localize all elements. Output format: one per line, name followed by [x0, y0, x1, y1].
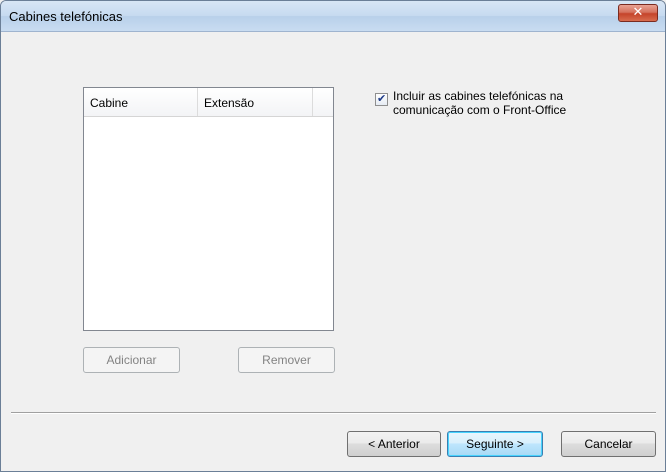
include-booths-checkbox[interactable]: ✔ [375, 92, 388, 106]
include-booths-label[interactable]: Incluir as cabines telefónicas na comuni… [393, 89, 633, 117]
remove-button[interactable]: Remover [238, 347, 335, 373]
back-button[interactable]: < Anterior [347, 431, 441, 457]
dialog-window: Cabines telefónicas ✕ Cabine Extensão Ad… [0, 0, 666, 472]
close-button[interactable]: ✕ [618, 4, 658, 22]
column-header-cabine[interactable]: Cabine [84, 88, 198, 116]
close-icon: ✕ [632, 5, 644, 20]
checkmark-icon: ✔ [377, 92, 387, 105]
window-title: Cabines telefónicas [9, 9, 123, 24]
cancel-button[interactable]: Cancelar [561, 431, 656, 457]
list-header: Cabine Extensão [84, 88, 333, 117]
phone-booth-list[interactable]: Cabine Extensão [83, 87, 334, 331]
next-button[interactable]: Seguinte > [447, 431, 543, 457]
footer-separator [11, 412, 656, 414]
title-bar[interactable]: Cabines telefónicas ✕ [1, 1, 665, 32]
column-header-extensao[interactable]: Extensão [198, 88, 313, 116]
add-button[interactable]: Adicionar [83, 347, 180, 373]
